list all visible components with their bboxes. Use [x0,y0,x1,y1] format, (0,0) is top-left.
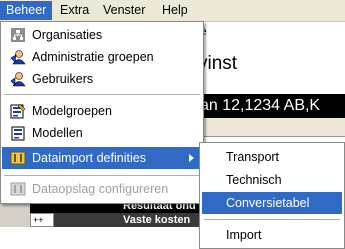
users-icon [10,71,26,87]
menu-item-modellen[interactable]: Modellen [2,122,202,144]
application-window: e vinst an 12,1234 AB,K Resultaat ond Va… [0,0,345,249]
organization-icon [10,27,26,43]
menu-bar: Beheer Extra Venster Help [0,0,345,22]
dataimport-submenu: Transport Technisch Conversietabel Impor… [199,142,345,249]
admin-group-icon [10,49,26,65]
submenu-item-label: Conversietabel [226,196,310,210]
menu-item-gebruikers[interactable]: Gebruikers [2,68,202,90]
model-group-icon [10,103,26,119]
submenu-item-label: Transport [226,150,280,164]
menu-separator [4,175,200,176]
data-import-icon [10,150,26,166]
submenu-arrow-icon [189,154,194,162]
menu-item-label: Dataimport definities [32,151,146,165]
submenu-item-label: Import [226,228,262,242]
menu-item-dataopslag-configureren: Dataopslag configureren [2,178,202,200]
menu-item-dataimport-definities[interactable]: Dataimport definities [2,147,202,169]
menu-venster[interactable]: Venster [97,1,151,20]
menu-item-label: Modellen [32,126,83,140]
submenu-item-technisch[interactable]: Technisch [202,169,342,191]
submenu-item-import[interactable]: Import [202,224,342,246]
menu-item-label: Administratie groepen [32,50,154,64]
submenu-item-conversietabel[interactable]: Conversietabel [202,192,342,214]
menu-item-administratie-groepen[interactable]: Administratie groepen [2,46,202,68]
menu-separator [4,94,200,95]
menu-item-organisaties[interactable]: Organisaties [2,24,202,46]
data-storage-icon [10,181,26,197]
menu-beheer[interactable]: Beheer [0,1,53,20]
menu-help[interactable]: Help [156,1,194,20]
menu-item-label: Modelgroepen [32,104,112,118]
menu-item-label: Gebruikers [32,72,94,86]
menu-item-modelgroepen[interactable]: Modelgroepen [2,100,202,122]
menu-separator [204,219,340,220]
models-icon [10,125,26,141]
expand-cell[interactable]: ++ [30,213,54,227]
submenu-item-transport[interactable]: Transport [202,146,342,168]
menu-item-label: Dataopslag configureren [32,182,169,196]
submenu-item-label: Technisch [226,173,282,187]
menu-item-label: Organisaties [32,28,103,42]
menu-extra[interactable]: Extra [54,1,95,20]
beheer-dropdown-menu: Organisaties Administratie groepen Gebru… [0,21,204,204]
